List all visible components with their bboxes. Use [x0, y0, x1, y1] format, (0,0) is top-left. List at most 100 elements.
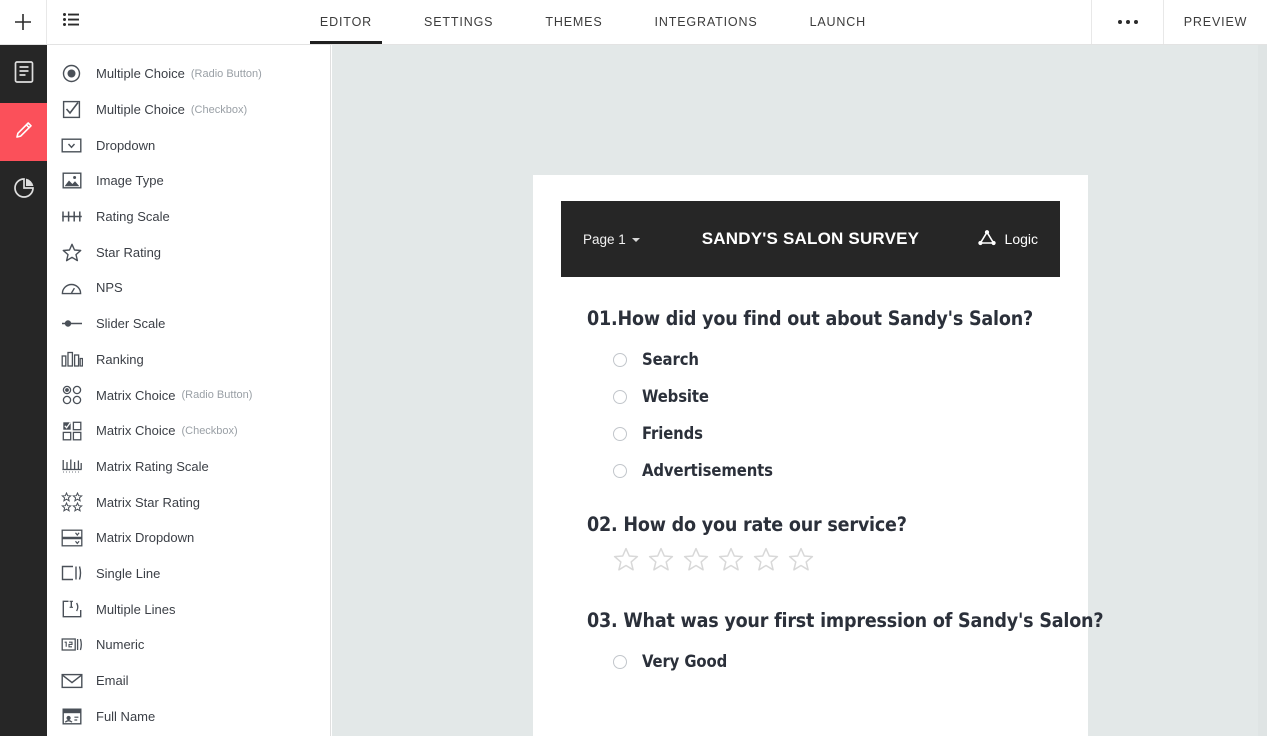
question-type-label: Ranking — [96, 351, 144, 367]
question-type-sublabel: (Checkbox) — [190, 103, 248, 116]
question-type-matrix-choice-radio[interactable]: Matrix Choice (Radio Button) — [47, 377, 330, 413]
question-type-label: Matrix Star Rating — [96, 494, 201, 510]
question-type-single-line[interactable]: Single Line — [47, 556, 330, 592]
question-type-label: Matrix Choice — [96, 423, 176, 439]
question-block-3[interactable]: 03. What was your first impression of Sa… — [561, 609, 1104, 680]
preview-button[interactable]: PREVIEW — [1163, 0, 1267, 44]
option-row[interactable]: Website — [613, 378, 1060, 415]
matrix-radio-icon — [47, 385, 96, 405]
survey-card: Page 1 SANDY'S SALON SURVEY Logic 01.How… — [533, 175, 1104, 736]
question-type-rating-scale[interactable]: Rating Scale — [47, 199, 330, 235]
question-type-list: Multiple Choice (Radio Button) Multiple … — [47, 45, 330, 734]
dropdown-icon — [47, 138, 96, 153]
question-type-multiple-choice-radio[interactable]: Multiple Choice (Radio Button) — [47, 56, 330, 92]
option-row[interactable]: Advertisements — [613, 452, 1060, 489]
document-icon — [13, 60, 35, 89]
logic-label: Logic — [1004, 231, 1038, 247]
survey-header-bar: Page 1 SANDY'S SALON SURVEY Logic — [561, 201, 1060, 277]
radio-icon[interactable] — [613, 426, 627, 441]
star-icon[interactable] — [718, 547, 744, 577]
tab-integrations[interactable]: INTEGRATIONS — [629, 0, 784, 44]
rail-item-results[interactable] — [0, 161, 47, 219]
option-row[interactable]: Very Good — [613, 643, 1060, 680]
question-block-1[interactable]: 01.How did you find out about Sandy's Sa… — [561, 307, 1060, 489]
question-type-multiple-choice-checkbox[interactable]: Multiple Choice (Checkbox) — [47, 92, 330, 128]
top-bar: EDITOR SETTINGS THEMES INTEGRATIONS LAUN… — [0, 0, 1267, 45]
multiple-lines-icon — [47, 600, 96, 618]
question-type-numeric[interactable]: Numeric — [47, 627, 330, 663]
tab-settings[interactable]: SETTINGS — [398, 0, 519, 44]
ellipsis-icon — [1116, 20, 1140, 24]
star-icon[interactable] — [788, 547, 814, 577]
radio-icon[interactable] — [613, 463, 627, 478]
menu-button[interactable] — [47, 0, 95, 44]
logic-button[interactable]: Logic — [977, 229, 1038, 249]
radio-icon[interactable] — [613, 654, 627, 669]
plus-icon — [13, 12, 33, 32]
pie-chart-icon — [12, 176, 36, 205]
logic-triangle-icon — [977, 229, 997, 249]
question-type-matrix-rating-scale[interactable]: Matrix Rating Scale — [47, 449, 330, 485]
nps-gauge-icon — [47, 281, 96, 295]
full-name-icon — [47, 708, 96, 725]
question-type-sublabel: (Radio Button) — [181, 389, 253, 402]
question-type-label: Image Type — [96, 173, 164, 189]
question-type-label: Multiple Choice — [96, 66, 185, 82]
question-block-2[interactable]: 02. How do you rate our service? — [561, 513, 1060, 577]
question-type-label: Single Line — [96, 565, 161, 581]
email-icon — [47, 673, 96, 689]
radio-icon[interactable] — [613, 389, 627, 404]
star-icon[interactable] — [613, 547, 639, 577]
page-selector[interactable]: Page 1 — [583, 232, 640, 247]
canvas-scrollbar[interactable] — [1258, 45, 1267, 736]
question-type-matrix-dropdown[interactable]: Matrix Dropdown — [47, 520, 330, 556]
tab-launch[interactable]: LAUNCH — [784, 0, 893, 44]
survey-canvas: Page 1 SANDY'S SALON SURVEY Logic 01.How… — [332, 45, 1267, 736]
question-type-ranking[interactable]: Ranking — [47, 342, 330, 378]
question-type-dropdown[interactable]: Dropdown — [47, 127, 330, 163]
question-type-full-name[interactable]: Full Name — [47, 698, 330, 734]
question-type-image-type[interactable]: Image Type — [47, 163, 330, 199]
question-type-multiple-lines[interactable]: Multiple Lines — [47, 591, 330, 627]
app-root: EDITOR SETTINGS THEMES INTEGRATIONS LAUN… — [0, 0, 1267, 736]
question-type-matrix-choice-checkbox[interactable]: Matrix Choice (Checkbox) — [47, 413, 330, 449]
more-options-button[interactable] — [1091, 0, 1163, 44]
rail-item-pages[interactable] — [0, 45, 47, 103]
single-line-icon — [47, 565, 96, 581]
question-type-label: Full Name — [96, 708, 156, 724]
top-bar-right: PREVIEW — [1091, 0, 1267, 44]
slider-scale-icon — [47, 318, 96, 329]
option-label: Advertisements — [642, 461, 773, 480]
question-type-star-rating[interactable]: Star Rating — [47, 234, 330, 270]
star-icon[interactable] — [648, 547, 674, 577]
option-row[interactable]: Search — [613, 341, 1060, 378]
page-selector-label: Page 1 — [583, 231, 626, 247]
tab-editor[interactable]: EDITOR — [294, 0, 398, 44]
star-icon[interactable] — [753, 547, 779, 577]
question-type-label: Numeric — [96, 637, 145, 653]
question-type-label: Multiple Choice — [96, 102, 185, 118]
option-label: Website — [642, 387, 709, 406]
star-icon[interactable] — [683, 547, 709, 577]
question-type-label: Email — [96, 673, 129, 689]
tab-themes[interactable]: THEMES — [519, 0, 628, 44]
rail-item-edit[interactable] — [0, 103, 47, 161]
star-rating-group[interactable] — [613, 547, 1060, 577]
question-type-sublabel: (Checkbox) — [181, 424, 238, 437]
question-type-label: Matrix Choice — [96, 387, 176, 403]
question-type-label: Star Rating — [96, 244, 162, 260]
image-type-icon — [47, 172, 96, 189]
matrix-rating-scale-icon — [47, 458, 96, 474]
question-type-matrix-star-rating[interactable]: Matrix Star Rating — [47, 484, 330, 520]
option-row[interactable]: Friends — [613, 415, 1060, 452]
list-menu-icon — [63, 13, 79, 31]
preview-label: PREVIEW — [1183, 15, 1248, 29]
question-type-slider-scale[interactable]: Slider Scale — [47, 306, 330, 342]
question-type-sublabel: (Radio Button) — [190, 67, 262, 80]
radio-icon[interactable] — [613, 352, 627, 367]
question-type-nps[interactable]: NPS — [47, 270, 330, 306]
radio-button-icon — [47, 64, 96, 83]
question-type-email[interactable]: Email — [47, 663, 330, 699]
add-button[interactable] — [0, 0, 47, 44]
